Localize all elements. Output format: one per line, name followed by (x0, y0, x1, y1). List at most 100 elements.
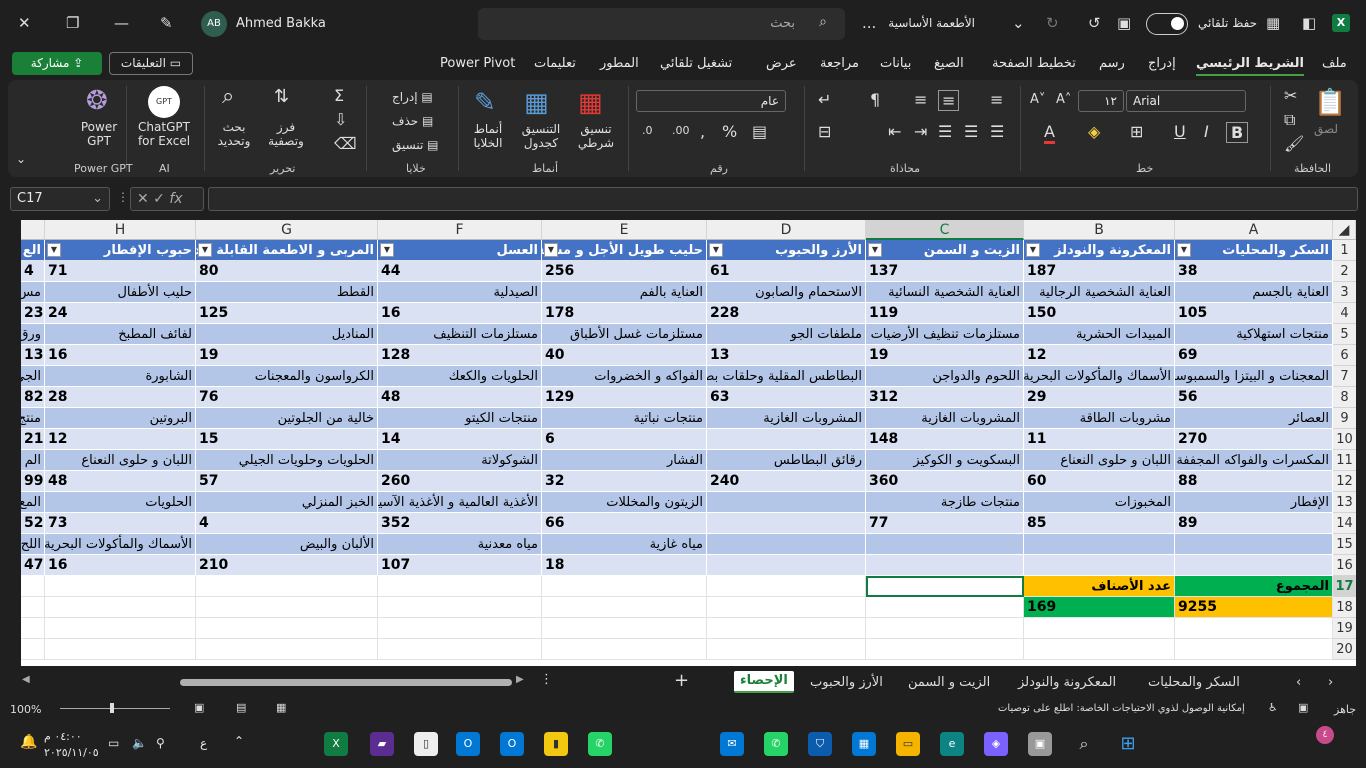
name-box[interactable]: C17 ⌄ (10, 187, 110, 211)
cell-styles-label[interactable]: أنماط الخلايا (466, 122, 510, 150)
table-cell-partial[interactable]: 23 (21, 303, 45, 324)
empty-cell[interactable] (707, 597, 866, 618)
find-icon[interactable]: ⌕ (222, 84, 234, 109)
table-cell[interactable]: 69 (1175, 345, 1333, 366)
empty-cell[interactable] (196, 618, 378, 639)
row-header[interactable]: 8 (1333, 387, 1356, 408)
table-cell[interactable]: 61 (707, 261, 866, 282)
outlook-taskbar-icon[interactable]: O (456, 732, 480, 756)
table-cell[interactable]: البسكويت و الكوكيز (866, 450, 1024, 471)
empty-cell[interactable] (21, 639, 45, 660)
table-cell-partial[interactable]: اللح (21, 534, 45, 555)
table-cell[interactable]: الشوكولاتة (378, 450, 542, 471)
table-header-cell-partial[interactable]: الع (21, 240, 45, 261)
powerbi-taskbar-icon[interactable]: ▮ (544, 732, 568, 756)
row-header[interactable]: 18 (1333, 597, 1356, 618)
row-header[interactable]: 1 (1333, 240, 1356, 261)
fill-icon[interactable]: ⇩ (334, 110, 347, 129)
row-header[interactable]: 17 (1333, 576, 1356, 597)
explorer-taskbar-icon[interactable]: ▭ (896, 732, 920, 756)
align-center-icon[interactable]: ☰ (964, 122, 978, 141)
whatsapp-taskbar-icon[interactable]: ✆ (588, 732, 612, 756)
empty-cell[interactable] (542, 618, 707, 639)
notification-bell-icon[interactable]: 🔔 (20, 734, 37, 750)
table-cell[interactable]: منتجات استهلاكية (1175, 324, 1333, 345)
page-layout-view-icon[interactable]: ▣ (194, 701, 204, 714)
table-cell[interactable]: الفواكه و الخضروات (542, 366, 707, 387)
chatgpt-icon[interactable]: GPT (148, 86, 180, 118)
table-cell[interactable]: العناية الشخصية النسائية (866, 282, 1024, 303)
empty-cell[interactable] (378, 597, 542, 618)
table-cell[interactable] (1024, 534, 1175, 555)
zoom-level[interactable]: 100% (10, 703, 41, 716)
table-cell-partial[interactable]: 99 (21, 471, 45, 492)
table-cell[interactable]: 85 (1024, 513, 1175, 534)
notification-badge[interactable]: ٤ (1316, 726, 1334, 744)
select-all[interactable]: ◢ (1333, 220, 1356, 240)
sheet-tab-sugar[interactable]: السكر والمحليات (1148, 675, 1240, 690)
table-cell[interactable]: 12 (45, 429, 196, 450)
find-select-label[interactable]: بحث وتحديد (212, 120, 256, 148)
table-cell[interactable]: الأغذية العالمية و الأغذية الآسيوية (378, 492, 542, 513)
table-cell[interactable]: 32 (542, 471, 707, 492)
sheet-tab-statistics[interactable]: الإحصاء (734, 671, 794, 693)
table-cell[interactable]: العناية بالفم (542, 282, 707, 303)
format-painter-icon[interactable]: 🖌 (1284, 134, 1304, 153)
table-cell[interactable]: 178 (542, 303, 707, 324)
taskview-taskbar-icon[interactable]: ▣ (1028, 732, 1052, 756)
empty-cell[interactable] (707, 576, 866, 597)
table-cell[interactable]: المشروبات الغازية (707, 408, 866, 429)
table-header-cell[interactable]: حبوب الإفطار ▼ (45, 240, 196, 261)
italic-icon[interactable]: I (1204, 122, 1209, 141)
app-taskbar-icon[interactable]: ▰ (370, 732, 394, 756)
column-header-c[interactable]: C (866, 220, 1024, 240)
sheet-tab-pasta[interactable]: المعكرونة والنودلز (1018, 675, 1116, 690)
column-header-f[interactable]: F (378, 220, 542, 240)
pen-icon[interactable]: ✎ (160, 14, 173, 32)
store-taskbar-icon[interactable]: ▦ (852, 732, 876, 756)
table-cell[interactable]: الزيتون والمخللات (542, 492, 707, 513)
table-cell[interactable]: ملطفات الجو (707, 324, 866, 345)
table-cell[interactable]: 89 (1175, 513, 1333, 534)
empty-cell[interactable] (1175, 618, 1333, 639)
align-left-icon[interactable]: ☰ (938, 122, 952, 141)
insert-cells-button[interactable]: إدراج ▤ (392, 90, 433, 104)
format-cells-button[interactable]: تنسيق ▤ (392, 138, 438, 152)
align-middle-icon[interactable]: ≡ (938, 90, 960, 111)
table-cell-partial[interactable]: مس (21, 282, 45, 303)
empty-cell[interactable] (21, 597, 45, 618)
add-sheet-icon[interactable]: + (674, 670, 689, 691)
undo-icon[interactable]: ↺ (1088, 14, 1101, 32)
table-cell[interactable]: الصيدلية (378, 282, 542, 303)
autosave-toggle[interactable] (1146, 13, 1188, 35)
table-cell[interactable]: 210 (196, 555, 378, 576)
search-input[interactable]: بحث ⌕ (478, 8, 845, 40)
table-cell-partial[interactable]: 47 (21, 555, 45, 576)
table-cell[interactable]: 312 (866, 387, 1024, 408)
table-cell[interactable]: الحلويات والكعك (378, 366, 542, 387)
outdent-icon[interactable]: ⇤ (888, 122, 901, 141)
table-cell[interactable]: المشروبات الغازية (866, 408, 1024, 429)
table-cell[interactable]: لفائف المطبخ (45, 324, 196, 345)
table-cell[interactable] (707, 429, 866, 450)
menu-help[interactable]: تعليمات (534, 56, 576, 71)
power-gpt-icon[interactable]: ❂ (86, 86, 108, 116)
empty-cell[interactable] (196, 639, 378, 660)
table-cell[interactable]: 105 (1175, 303, 1333, 324)
table-cell[interactable]: 148 (866, 429, 1024, 450)
menu-review[interactable]: مراجعة (820, 56, 859, 71)
table-cell[interactable]: 19 (866, 345, 1024, 366)
table-cell-partial[interactable]: 52 (21, 513, 45, 534)
clear-icon[interactable]: ⌫ (334, 134, 357, 153)
text-direction-icon[interactable]: ¶ (870, 90, 880, 109)
table-cell-partial[interactable]: 82 (21, 387, 45, 408)
filter-dropdown-icon[interactable]: ▼ (198, 243, 212, 257)
table-cell[interactable]: 270 (1175, 429, 1333, 450)
table-cell[interactable]: 6 (542, 429, 707, 450)
scrollbar-thumb[interactable] (180, 679, 512, 686)
increase-decimal-icon[interactable]: .00 (672, 124, 690, 137)
menu-page-layout[interactable]: تخطيط الصفحة (992, 56, 1076, 71)
row-header[interactable]: 14 (1333, 513, 1356, 534)
table-cell[interactable]: 63 (707, 387, 866, 408)
table-cell[interactable]: الحلويات (45, 492, 196, 513)
